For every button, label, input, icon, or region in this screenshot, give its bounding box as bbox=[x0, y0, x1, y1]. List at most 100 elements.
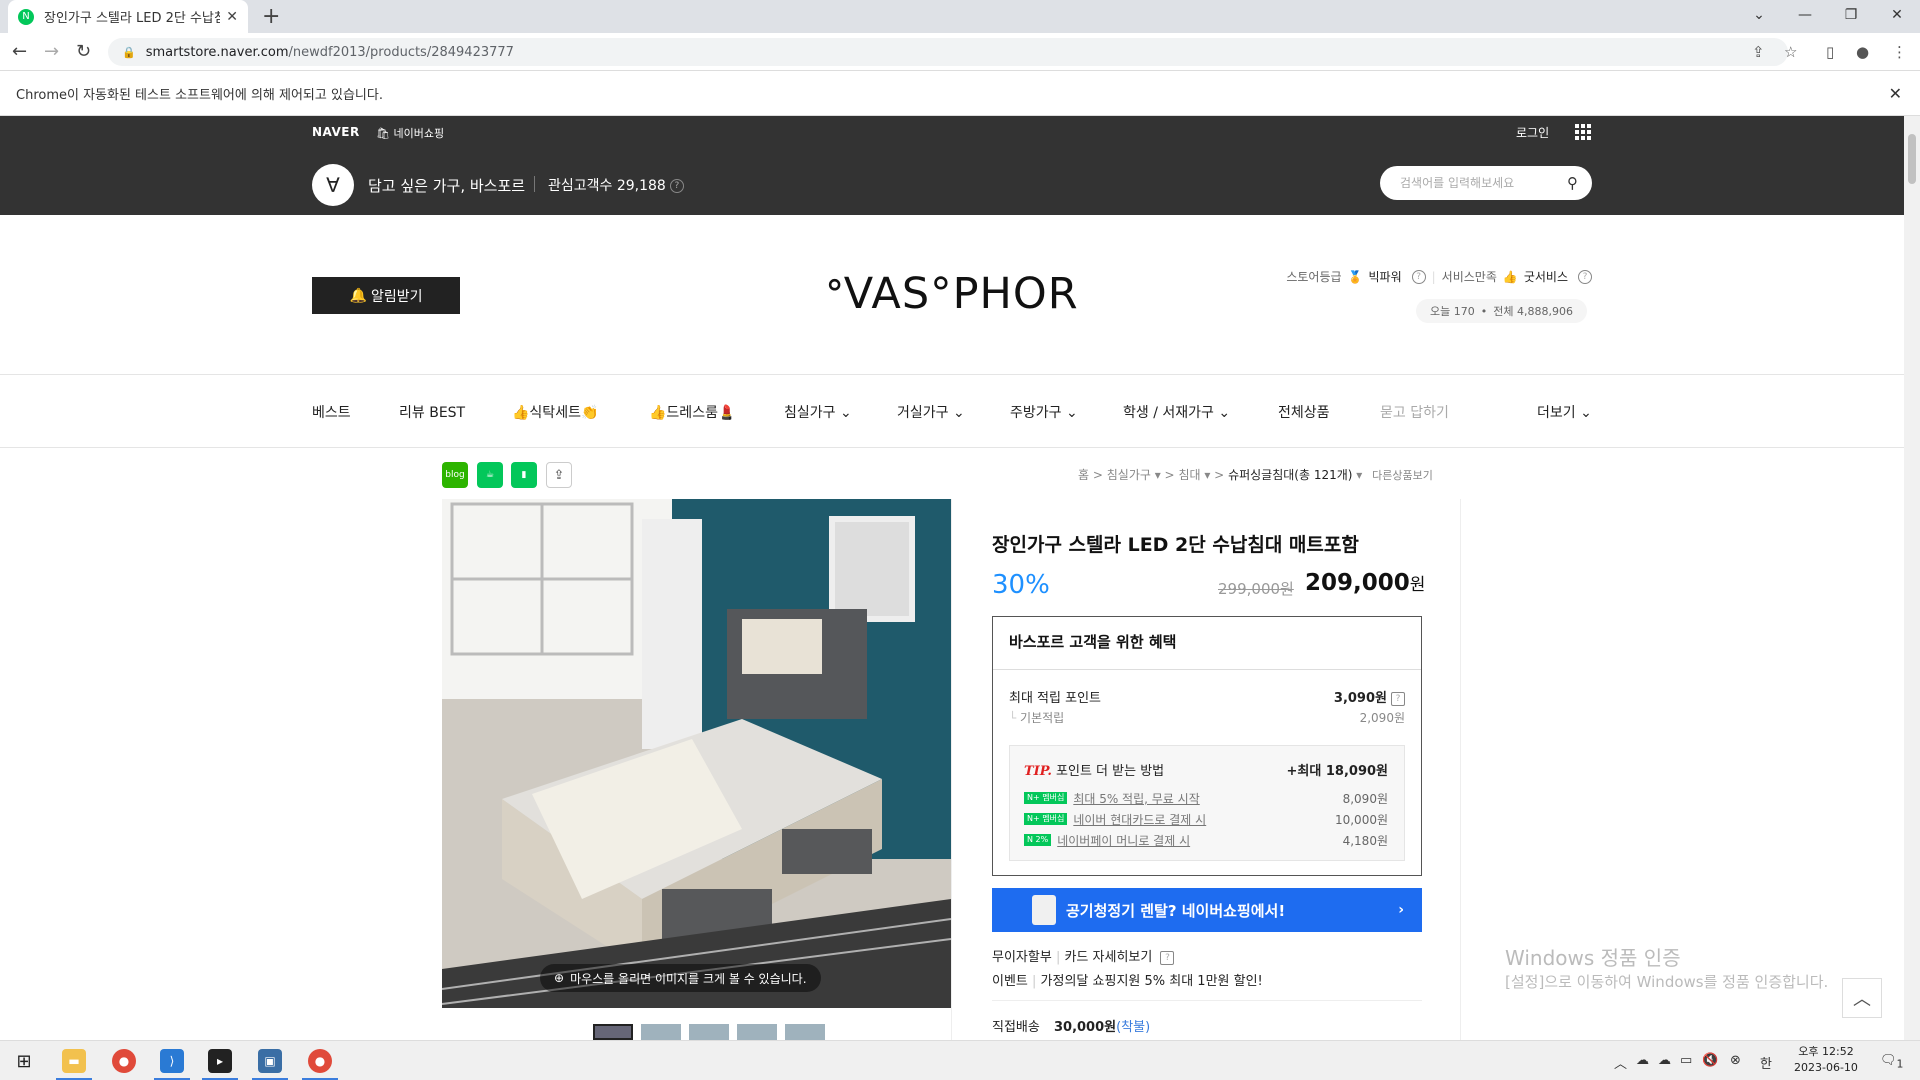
volume-icon[interactable]: 🔇 bbox=[1702, 1053, 1718, 1068]
thumbnail[interactable] bbox=[593, 1024, 633, 1040]
nav-item-more[interactable]: 더보기 ⌄ bbox=[1537, 402, 1592, 422]
scrollbar-thumb[interactable] bbox=[1908, 134, 1916, 184]
help-icon[interactable]: ? bbox=[1411, 269, 1426, 284]
nav-item-study[interactable]: 학생 / 서재가구 ⌄ bbox=[1123, 402, 1230, 422]
tip-link[interactable]: 최대 5% 적립, 무료 시작 bbox=[1073, 790, 1342, 807]
alarm-button[interactable]: 🔔 알림받기 bbox=[312, 277, 460, 314]
store-logo[interactable]: ∀ bbox=[312, 164, 354, 206]
breadcrumb-category[interactable]: 침실가구 bbox=[1107, 468, 1151, 482]
profile-icon[interactable]: ● bbox=[1856, 43, 1869, 61]
automation-infobar: Chrome이 자동화된 테스트 소프트웨어에 의해 제어되고 있습니다. ✕ bbox=[0, 71, 1920, 116]
restore-icon[interactable]: ❐ bbox=[1828, 0, 1874, 30]
nav-item-living[interactable]: 거실가구 ⌄ bbox=[897, 402, 965, 422]
blog-share-icon[interactable]: blog bbox=[442, 462, 468, 488]
tip-row[interactable]: N+ 멤버십 네이버 현대카드로 결제 시 10,000원 bbox=[1024, 811, 1388, 827]
browser-tab[interactable]: N 장인가구 스텔라 LED 2단 수납침대 ✕ bbox=[8, 0, 248, 33]
address-bar[interactable]: 🔒 smartstore.naver.com/newdf2013/product… bbox=[108, 38, 1788, 66]
bed-photo-illustration bbox=[442, 499, 951, 1008]
cafe-share-icon[interactable]: ☕ bbox=[477, 462, 503, 488]
nav-item-bedroom[interactable]: 침실가구 ⌄ bbox=[784, 402, 852, 422]
nav-item-best[interactable]: 베스트 bbox=[312, 402, 351, 422]
system-clock[interactable]: 오후 12:52 2023-06-10 bbox=[1794, 1044, 1858, 1076]
tab-search-icon[interactable]: ⌄ bbox=[1736, 0, 1782, 30]
close-tab-icon[interactable]: ✕ bbox=[226, 9, 238, 25]
card-detail-link[interactable]: 카드 자세히보기 bbox=[1064, 950, 1152, 965]
minimize-icon[interactable]: — bbox=[1782, 0, 1828, 30]
bookmark-share-icon[interactable]: ▮ bbox=[511, 462, 537, 488]
tray-expand-icon[interactable]: ︿ bbox=[1614, 1053, 1627, 1072]
nav-item-qna[interactable]: 묻고 답하기 bbox=[1380, 402, 1449, 422]
other-products-link[interactable]: 다른상품보기 bbox=[1372, 469, 1433, 482]
chrome-active-icon[interactable]: ● bbox=[302, 1049, 338, 1080]
tip-row[interactable]: N 2% 네이버페이 머니로 결제 시 4,180원 bbox=[1024, 832, 1388, 848]
nav-item-dining-set[interactable]: 👍식탁세트👏 bbox=[512, 402, 598, 422]
help-icon[interactable]: ? bbox=[1578, 269, 1592, 284]
naver-shopping-link[interactable]: 🛍 네이버쇼핑 bbox=[376, 125, 444, 141]
apps-grid-icon[interactable] bbox=[1575, 124, 1591, 140]
thumbnail[interactable] bbox=[785, 1024, 825, 1040]
banner-text: 공기청정기 렌탈? 네이버쇼핑에서! bbox=[1066, 901, 1286, 920]
close-infobar-icon[interactable]: ✕ bbox=[1889, 84, 1902, 103]
lock-icon: 🔒 bbox=[122, 45, 136, 59]
original-price: 299,000원 bbox=[1218, 580, 1294, 598]
defender-icon[interactable]: ⊗ bbox=[1730, 1053, 1741, 1068]
breadcrumb-home[interactable]: 홈 bbox=[1078, 468, 1089, 482]
help-icon[interactable]: ? bbox=[1160, 950, 1175, 965]
share-icon[interactable]: ⇪ bbox=[546, 462, 572, 488]
brand-area: 🔔 알림받기 ᐤVAS°PHOR 스토어등급 🏅 빅파워 ? | 서비스만족 👍 … bbox=[0, 215, 1904, 375]
basic-point-label: 기본적립 bbox=[1020, 711, 1065, 725]
network-icon[interactable]: ▭ bbox=[1680, 1053, 1692, 1068]
nav-item-kitchen[interactable]: 주방가구 ⌄ bbox=[1010, 402, 1078, 422]
naver-shopping-label: 네이버쇼핑 bbox=[393, 127, 445, 140]
thumbnail[interactable] bbox=[737, 1024, 777, 1040]
rental-banner[interactable]: 공기청정기 렌탈? 네이버쇼핑에서! › bbox=[992, 888, 1422, 932]
product-image[interactable]: ⊕ 마우스를 올리면 이미지를 크게 볼 수 있습니다. bbox=[442, 499, 951, 1008]
breadcrumb-subcategory[interactable]: 침대 bbox=[1178, 468, 1200, 482]
delivery-type: (착불) bbox=[1116, 1020, 1151, 1035]
tip-row[interactable]: N+ 멤버십 최대 5% 적립, 무료 시작 8,090원 bbox=[1024, 790, 1388, 806]
nav-item-review-best[interactable]: 리뷰 BEST bbox=[399, 402, 465, 422]
forward-icon[interactable]: → bbox=[44, 41, 59, 62]
chrome-icon[interactable]: ● bbox=[112, 1049, 136, 1073]
tip-link[interactable]: 네이버 현대카드로 결제 시 bbox=[1073, 811, 1335, 828]
python-icon[interactable]: ▣ bbox=[252, 1049, 288, 1080]
search-icon[interactable]: ⚲ bbox=[1567, 174, 1578, 192]
reload-icon[interactable]: ↻ bbox=[76, 41, 91, 62]
notification-icon[interactable]: 🗨1 bbox=[1880, 1053, 1903, 1071]
tip-link[interactable]: 네이버페이 머니로 결제 시 bbox=[1057, 832, 1342, 849]
thumbnail[interactable] bbox=[689, 1024, 729, 1040]
menu-icon[interactable]: ⋮ bbox=[1892, 43, 1907, 61]
nav-item-dressroom[interactable]: 👍드레스룸💄 bbox=[649, 402, 735, 422]
ime-indicator[interactable]: 한 bbox=[1760, 1053, 1772, 1072]
bookmark-star-icon[interactable]: ☆ bbox=[1784, 43, 1797, 61]
thumbnail[interactable] bbox=[641, 1024, 681, 1040]
naver-logo[interactable]: NAVER bbox=[312, 125, 360, 139]
new-tab-icon[interactable]: + bbox=[262, 4, 280, 29]
help-icon[interactable]: ? bbox=[669, 179, 684, 193]
terminal-icon[interactable]: ▸ bbox=[202, 1049, 238, 1080]
page-scrollbar[interactable] bbox=[1904, 116, 1920, 1040]
benefit-box: 바스포르 고객을 위한 혜택 최대 적립 포인트 3,090원? └ 기본적립 … bbox=[992, 616, 1422, 876]
event-label: 이벤트 bbox=[992, 974, 1028, 989]
divider: | bbox=[1032, 974, 1041, 989]
breadcrumb-current[interactable]: 슈퍼싱글침대(총 121개) bbox=[1228, 468, 1352, 482]
file-explorer-icon[interactable]: ▬ bbox=[56, 1049, 92, 1080]
windows-start-icon[interactable]: ⊞ bbox=[12, 1049, 36, 1073]
search-input[interactable] bbox=[1400, 176, 1567, 190]
share-page-icon[interactable]: ⇪ bbox=[1752, 43, 1765, 61]
side-panel-icon[interactable]: ▯ bbox=[1826, 43, 1834, 61]
help-icon[interactable]: ? bbox=[1391, 691, 1405, 706]
event-text[interactable]: 가정의달 쇼핑지원 5% 최대 1만원 할인! bbox=[1041, 974, 1263, 989]
brand-logo[interactable]: ᐤVAS°PHOR bbox=[826, 269, 1079, 319]
nav-item-all-products[interactable]: 전체상품 bbox=[1278, 402, 1330, 422]
cloud-icon[interactable]: ☁ bbox=[1636, 1053, 1649, 1068]
store-name[interactable]: 담고 싶은 가구, 바스포르 bbox=[368, 175, 525, 196]
login-link[interactable]: 로그인 bbox=[1516, 124, 1549, 141]
back-icon[interactable]: ← bbox=[12, 41, 27, 62]
close-window-icon[interactable]: ✕ bbox=[1874, 0, 1920, 30]
sync-icon[interactable]: ☁ bbox=[1658, 1053, 1671, 1068]
alarm-label: 알림받기 bbox=[370, 288, 423, 305]
vscode-icon[interactable]: ⟩ bbox=[154, 1049, 190, 1080]
scroll-to-top-button[interactable]: ︿ bbox=[1842, 978, 1882, 1018]
chevron-down-icon: ⌄ bbox=[839, 405, 852, 421]
